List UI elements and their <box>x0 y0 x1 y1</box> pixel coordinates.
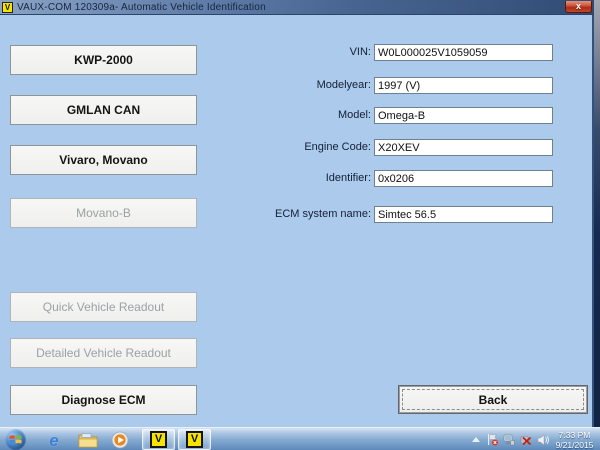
detailed-vehicle-readout-button: Detailed Vehicle Readout <box>10 338 197 368</box>
vauxcom-app-icon: V <box>150 431 167 448</box>
form-row: ECM system name: <box>230 206 556 223</box>
model-field[interactable] <box>374 107 553 124</box>
form-row: Model: <box>230 107 556 124</box>
window-title: VAUX-COM 120309a- Automatic Vehicle Iden… <box>17 2 266 13</box>
ecm-system-name-label: ECM system name: <box>230 206 374 223</box>
taskbar: e V V <box>0 427 600 450</box>
action-center-icon[interactable] <box>487 433 498 446</box>
volume-icon[interactable] <box>537 434 550 446</box>
quick-vehicle-readout-button: Quick Vehicle Readout <box>10 292 197 322</box>
media-player-icon[interactable] <box>108 431 132 449</box>
show-hidden-icons-icon[interactable] <box>472 437 480 442</box>
screen: V VAUX-COM 120309a- Automatic Vehicle Id… <box>0 0 600 450</box>
titlebar[interactable]: V VAUX-COM 120309a- Automatic Vehicle Id… <box>0 0 594 15</box>
start-button[interactable] <box>5 429 26 450</box>
vin-label: VIN: <box>230 44 374 61</box>
form-row: VIN: <box>230 44 556 61</box>
app-window: V VAUX-COM 120309a- Automatic Vehicle Id… <box>0 0 594 427</box>
modelyear-field[interactable] <box>374 77 553 94</box>
diagnose-ecm-button[interactable]: Diagnose ECM <box>10 385 197 415</box>
clock[interactable]: 7:33 PM 9/21/2015 <box>551 430 598 450</box>
modelyear-label: Modelyear: <box>230 77 374 94</box>
vivaro-movano-button[interactable]: Vivaro, Movano <box>10 145 197 175</box>
form-row: Modelyear: <box>230 77 556 94</box>
clock-date: 9/21/2015 <box>551 440 598 450</box>
gmlan-can-button[interactable]: GMLAN CAN <box>10 95 197 125</box>
windows-explorer-icon[interactable] <box>76 431 100 449</box>
vauxcom-taskbar-button[interactable]: V <box>142 429 175 450</box>
identifier-label: Identifier: <box>230 170 374 187</box>
back-button[interactable]: Back <box>398 385 588 414</box>
engine-code-label: Engine Code: <box>230 139 374 156</box>
clock-time: 7:33 PM <box>551 430 598 440</box>
windows-flag-icon <box>9 433 22 446</box>
vauxcom-taskbar-button[interactable]: V <box>178 429 211 450</box>
engine-code-field[interactable] <box>374 139 553 156</box>
identifier-field[interactable] <box>374 170 553 187</box>
internet-explorer-icon[interactable]: e <box>42 431 66 449</box>
form-row: Engine Code: <box>230 139 556 156</box>
close-button[interactable]: x <box>565 1 592 13</box>
play-circle-icon <box>111 431 129 449</box>
vauxcom-app-icon: V <box>186 431 203 448</box>
system-tray <box>472 428 550 450</box>
folder-icon <box>78 432 98 448</box>
form-row: Identifier: <box>230 170 556 187</box>
window-client-area: KWP-2000 GMLAN CAN Vivaro, Movano Movano… <box>0 15 594 427</box>
device-error-icon[interactable] <box>520 434 532 446</box>
kwp-2000-button[interactable]: KWP-2000 <box>10 45 197 75</box>
network-icon[interactable] <box>503 434 515 446</box>
app-icon: V <box>2 2 13 13</box>
ecm-system-name-field[interactable] <box>374 206 553 223</box>
ie-e-glyph: e <box>49 432 58 449</box>
movano-b-button: Movano-B <box>10 198 197 228</box>
back-button-label: Back <box>479 393 508 407</box>
model-label: Model: <box>230 107 374 124</box>
vin-field[interactable] <box>374 44 553 61</box>
